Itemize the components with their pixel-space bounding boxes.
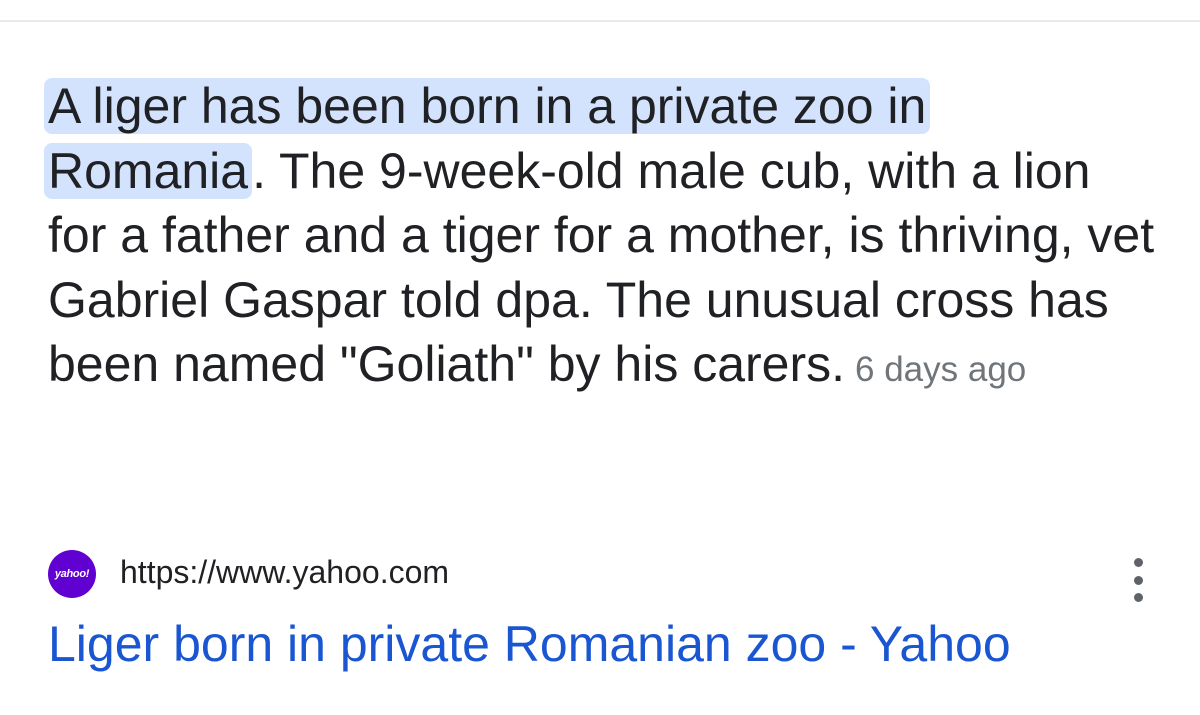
result-title-link[interactable]: Liger born in private Romanian zoo - Yah…: [48, 612, 1011, 676]
more-vert-icon[interactable]: [1126, 558, 1150, 602]
snippet-date: 6 days ago: [855, 350, 1027, 389]
source-url[interactable]: https://www.yahoo.com: [120, 552, 449, 592]
top-divider: [0, 20, 1200, 22]
more-dot: [1133, 558, 1143, 567]
featured-snippet-text: A liger has been born in a private zoo i…: [44, 74, 1158, 403]
more-dot: [1133, 575, 1143, 585]
more-dot: [1133, 593, 1143, 602]
source-row[interactable]: yahoo! https://www.yahoo.com: [48, 548, 1158, 604]
yahoo-favicon-icon: yahoo!: [48, 550, 96, 598]
